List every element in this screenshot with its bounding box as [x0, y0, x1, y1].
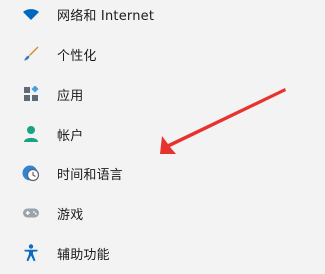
brush-icon [22, 45, 40, 63]
account-icon [22, 125, 40, 143]
apps-icon [22, 85, 40, 103]
nav-item-network[interactable]: 网络和 Internet [22, 0, 302, 28]
nav-label-network: 网络和 Internet [57, 8, 155, 24]
nav-label-accessibility: 辅助功能 [57, 247, 110, 263]
nav-item-time-language[interactable]: 时间和语言 [22, 159, 302, 187]
wifi-icon [22, 5, 40, 23]
accessibility-icon [22, 244, 40, 262]
nav-label-gaming: 游戏 [57, 207, 84, 223]
nav-item-accounts[interactable]: 帐户 [22, 120, 302, 148]
nav-item-gaming[interactable]: 游戏 [22, 199, 302, 227]
nav-item-personalization[interactable]: 个性化 [22, 40, 302, 68]
nav-label-time-language: 时间和语言 [57, 167, 124, 183]
settings-nav: 网络和 Internet 个性化 应用 帐户 时间和语言 游戏 辅助功能 [0, 0, 325, 274]
nav-label-apps: 应用 [57, 88, 84, 104]
time-language-icon [22, 164, 40, 182]
nav-label-accounts: 帐户 [57, 128, 84, 144]
nav-item-accessibility[interactable]: 辅助功能 [22, 239, 302, 267]
gamepad-icon [22, 204, 40, 222]
nav-item-apps[interactable]: 应用 [22, 80, 302, 108]
nav-label-personalization: 个性化 [57, 48, 97, 64]
